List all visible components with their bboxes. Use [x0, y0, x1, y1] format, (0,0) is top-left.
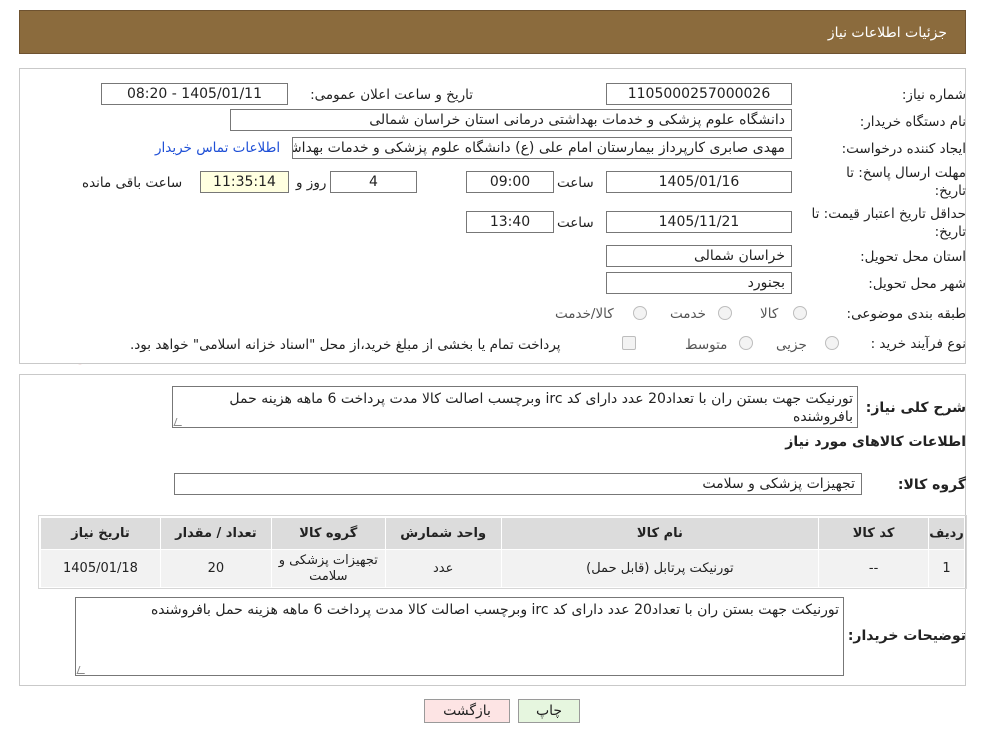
category-goods-service-radio[interactable] — [633, 306, 647, 320]
print-button[interactable]: چاپ — [518, 699, 580, 723]
requester-field: مهدی صابری کارپرداز بیمارستان امام علی (… — [292, 137, 792, 159]
buyer-org-label: نام دستگاه خریدار: — [859, 114, 966, 130]
delivery-city-field: بجنورد — [606, 272, 792, 294]
announce-datetime-field: 1405/01/11 - 08:20 — [101, 83, 288, 105]
remaining-time-field: 11:35:14 — [200, 171, 289, 193]
category-label: طبقه بندی موضوعی: — [846, 306, 966, 322]
buyer-notes-textarea[interactable]: تورنیکت جهت بستن ران با تعداد20 عدد دارا… — [75, 597, 844, 676]
deadline-time-label: ساعت — [557, 175, 594, 191]
resize-handle-icon[interactable] — [173, 418, 185, 426]
col-header-row-number: ردیف — [928, 517, 965, 550]
category-service-label: خدمت — [670, 306, 706, 322]
resize-handle-icon[interactable] — [76, 666, 88, 674]
buyer-contact-link[interactable]: اطلاعات تماس خریدار — [155, 140, 280, 156]
deadline-days-field: 4 — [330, 171, 417, 193]
col-header-item-name: نام کالا — [500, 517, 820, 550]
deadline-days-label: روز و — [296, 175, 327, 191]
items-section-title: اطلاعات کالاهای مورد نیاز — [785, 434, 966, 450]
deadline-label: مهلت ارسال پاسخ: تا — [846, 165, 966, 181]
cell-need-date: 1405/01/18 — [40, 549, 161, 588]
buyer-notes-text: تورنیکت جهت بستن ران با تعداد20 عدد دارا… — [150, 602, 839, 618]
delivery-province-label: استان محل تحویل: — [860, 249, 966, 265]
cell-item-group: تجهیزات پزشکی و سلامت — [270, 549, 386, 588]
price-validity-time-label: ساعت — [557, 215, 594, 231]
goods-group-label: گروه کالا: — [897, 477, 966, 493]
back-button[interactable]: بازگشت — [424, 699, 510, 723]
cell-item-name: تورنیکت پرتابل (قابل حمل) — [500, 549, 820, 588]
category-goods-label: کالا — [760, 306, 779, 322]
purchase-medium-radio[interactable] — [739, 336, 753, 350]
cell-item-code: -- — [818, 549, 930, 588]
items-table-header-row: ردیف کد کالا نام کالا واحد شمارش گروه کا… — [40, 517, 965, 550]
remaining-time-label: ساعت باقی مانده — [82, 175, 183, 191]
col-header-quantity: تعداد / مقدار — [159, 517, 272, 550]
col-header-unit: واحد شمارش — [384, 517, 502, 550]
delivery-city-label: شهر محل تحویل: — [868, 276, 966, 292]
col-header-item-group: گروه کالا — [270, 517, 386, 550]
page-header: جزئیات اطلاعات نیاز — [19, 10, 966, 54]
cell-quantity: 20 — [159, 549, 272, 588]
treasury-payment-checkbox[interactable] — [622, 336, 636, 350]
requester-label: ایجاد کننده درخواست: — [841, 141, 966, 157]
cell-row-number: 1 — [928, 549, 965, 588]
price-validity-label-line2: تاریخ: — [934, 224, 966, 240]
need-number-label: شماره نیاز: — [901, 87, 966, 103]
items-table: ردیف کد کالا نام کالا واحد شمارش گروه کا… — [40, 517, 965, 588]
col-header-item-code: کد کالا — [818, 517, 930, 550]
purchase-medium-label: متوسط — [685, 337, 728, 353]
price-validity-date-field: 1405/11/21 — [606, 211, 792, 233]
page-title: جزئیات اطلاعات نیاز — [827, 25, 947, 41]
table-row: 1 -- تورنیکت پرتابل (قابل حمل) عدد تجهیز… — [40, 549, 965, 588]
buyer-notes-label: توضیحات خریدار: — [847, 628, 966, 644]
category-goods-service-label: کالا/خدمت — [555, 306, 614, 322]
summary-text: تورنیکت جهت بستن ران با تعداد20 عدد دارا… — [229, 391, 853, 425]
col-header-need-date: تاریخ نیاز — [40, 517, 161, 550]
goods-group-field: تجهیزات پزشکی و سلامت — [174, 473, 862, 495]
treasury-payment-note: پرداخت تمام یا بخشی از مبلغ خرید،از محل … — [130, 337, 561, 353]
delivery-province-field: خراسان شمالی — [606, 245, 792, 267]
price-validity-time-field: 13:40 — [466, 211, 554, 233]
purchase-minor-label: جزیی — [776, 337, 807, 353]
need-number-field: 1105000257000026 — [606, 83, 792, 105]
buyer-org-field: دانشگاه علوم پزشکی و خدمات بهداشتی درمان… — [230, 109, 792, 131]
cell-unit: عدد — [384, 549, 502, 588]
category-goods-radio[interactable] — [793, 306, 807, 320]
purchase-type-label: نوع فرآیند خرید : — [870, 336, 966, 352]
deadline-label-line2: تاریخ: — [934, 183, 966, 199]
summary-label: شرح کلی نیاز: — [865, 400, 966, 416]
announce-datetime-label: تاریخ و ساعت اعلان عمومی: — [310, 87, 473, 103]
deadline-time-field: 09:00 — [466, 171, 554, 193]
deadline-date-field: 1405/01/16 — [606, 171, 792, 193]
summary-textarea[interactable]: تورنیکت جهت بستن ران با تعداد20 عدد دارا… — [172, 386, 858, 428]
purchase-minor-radio[interactable] — [825, 336, 839, 350]
category-service-radio[interactable] — [718, 306, 732, 320]
price-validity-label: حداقل تاریخ اعتبار قیمت: تا — [811, 206, 966, 222]
